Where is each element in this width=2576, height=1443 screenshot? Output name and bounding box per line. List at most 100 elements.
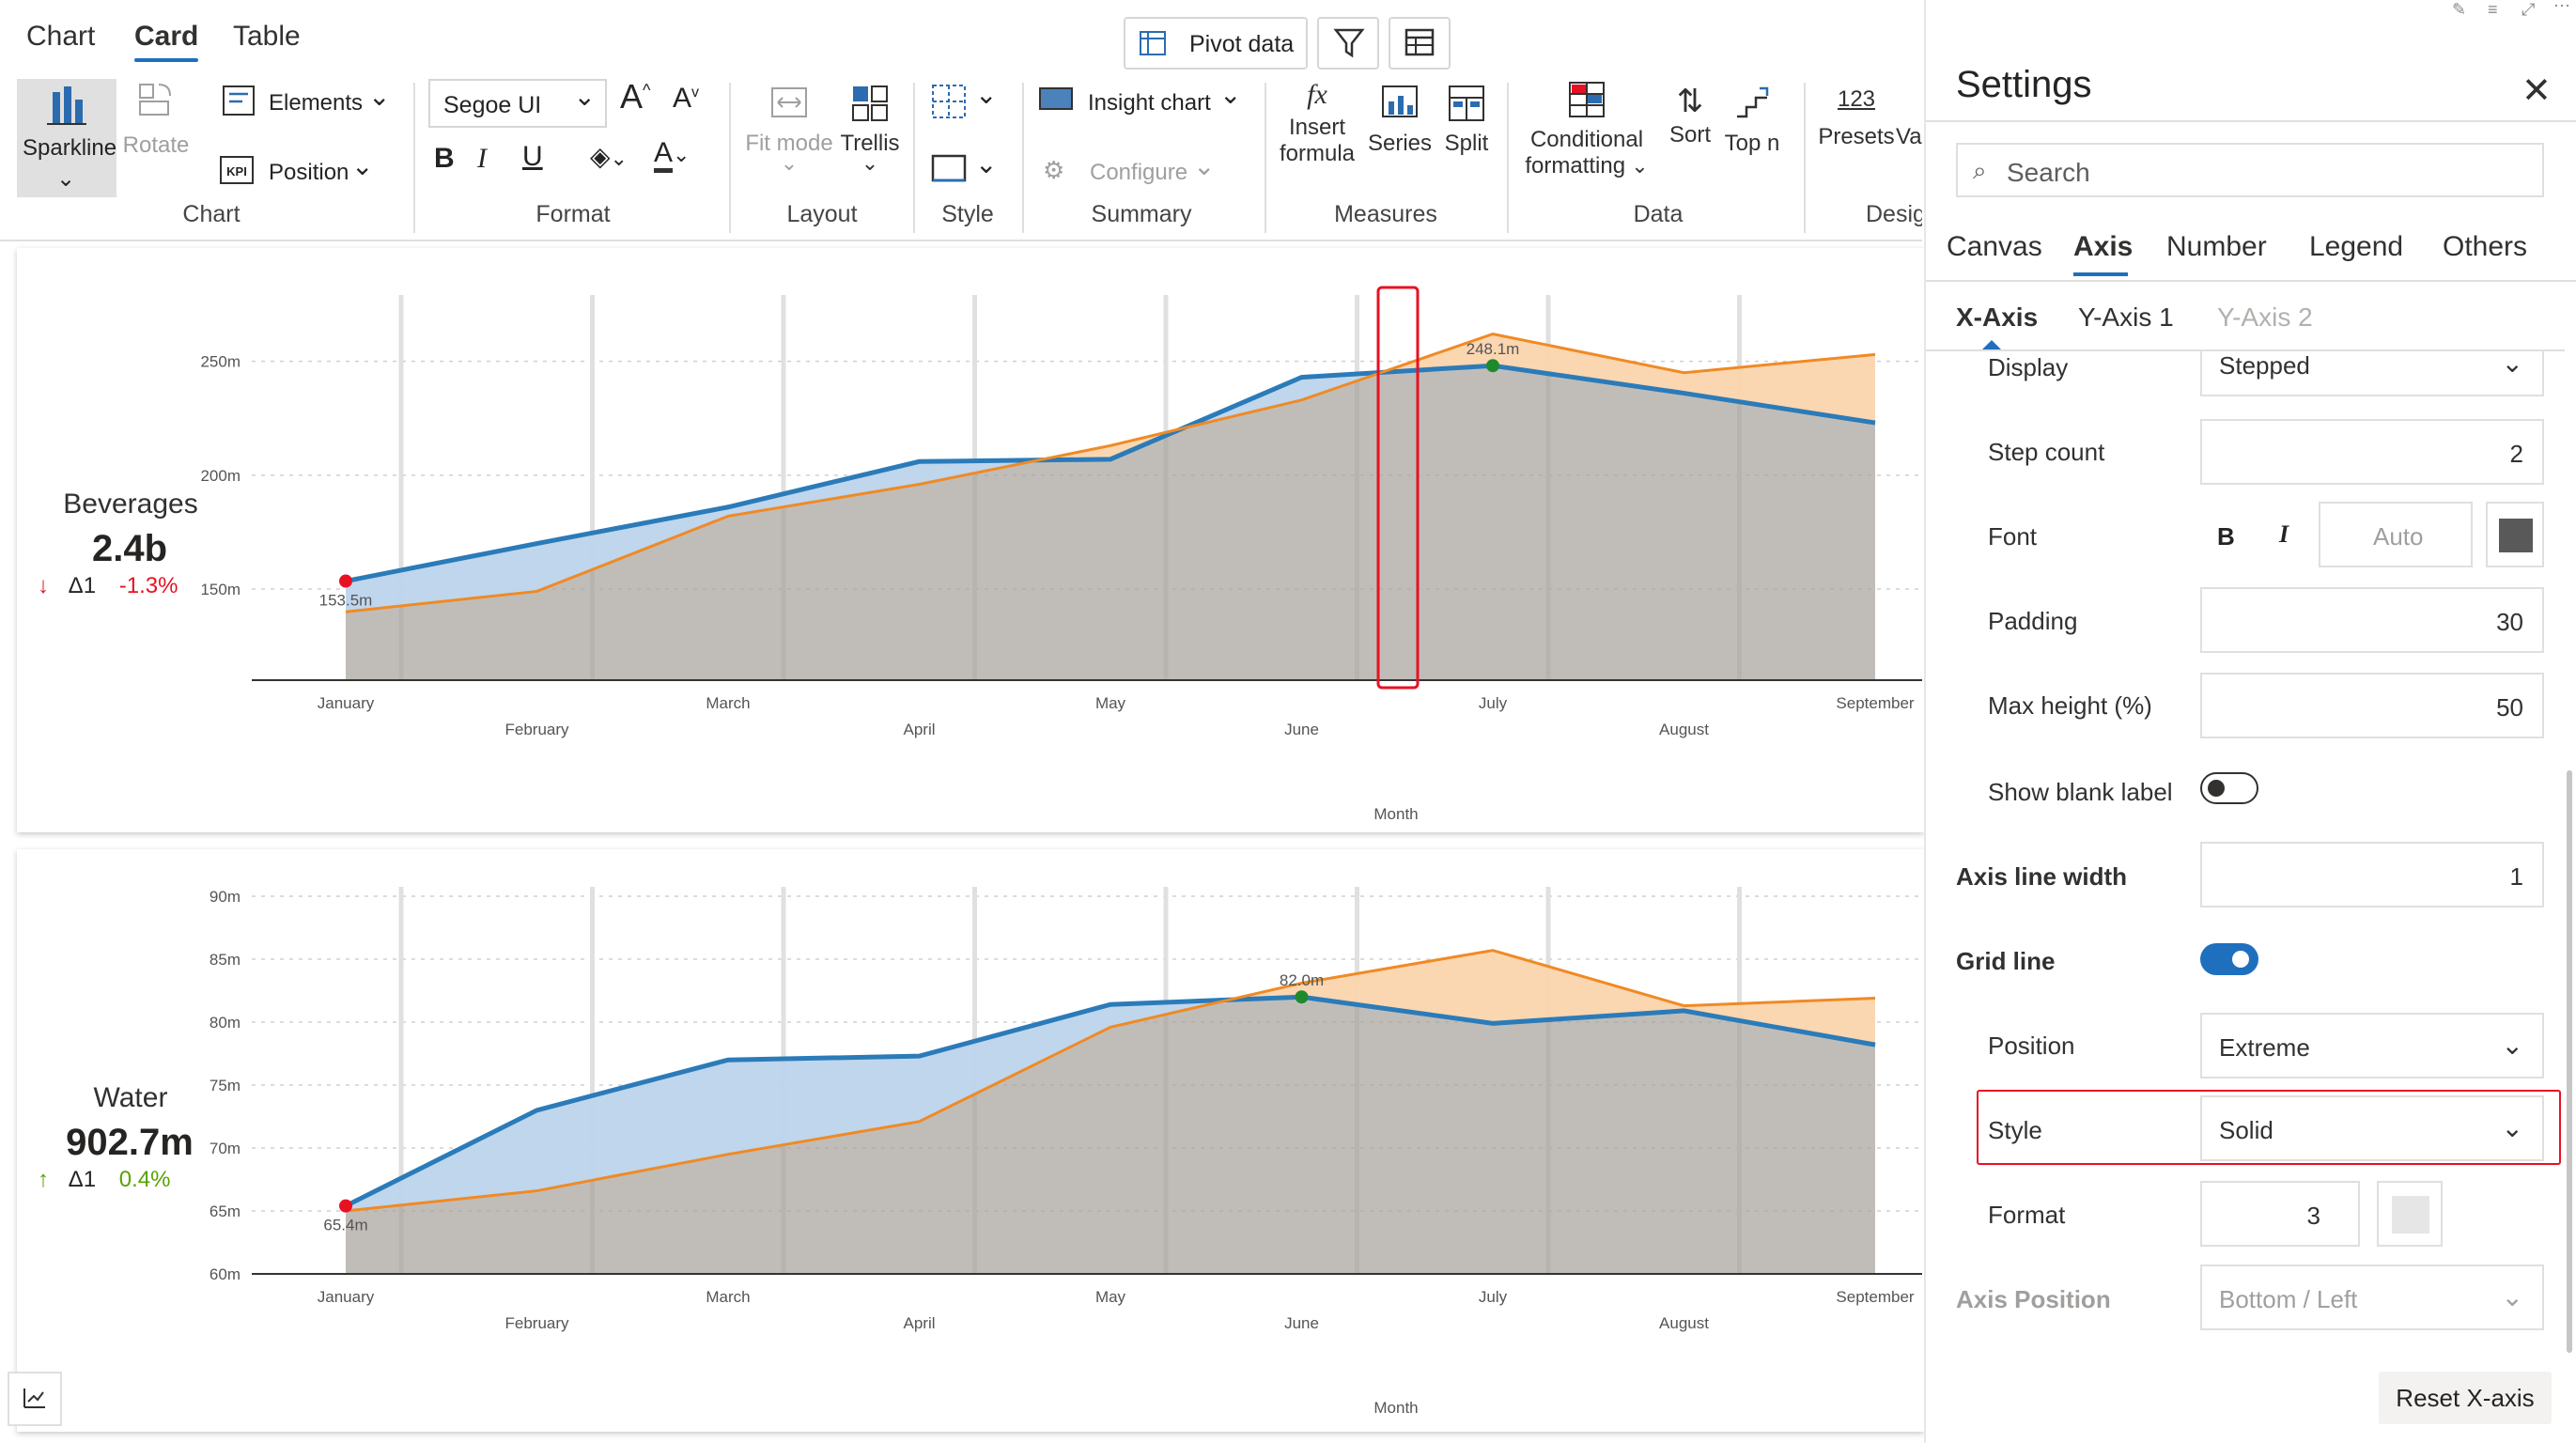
top-n-button[interactable]: Top n xyxy=(1719,83,1785,157)
font-color-icon: A xyxy=(654,137,674,173)
split-label: Split xyxy=(1444,131,1489,156)
display-value: Stepped xyxy=(2219,351,2310,380)
subtab-x-axis[interactable]: X-Axis xyxy=(1956,303,2038,333)
settings-tab-number[interactable]: Number xyxy=(2166,231,2267,263)
display-select[interactable]: Stepped ⌄ xyxy=(2200,351,2544,396)
split-button[interactable]: Split xyxy=(1434,83,1499,157)
configure-label: Configure xyxy=(1090,160,1188,185)
settings-title: Settings xyxy=(1956,64,2092,105)
max-height-input[interactable]: 50 xyxy=(2200,673,2544,738)
font-name-value: Segoe UI xyxy=(443,92,542,118)
settings-tab-axis[interactable]: Axis xyxy=(2073,231,2133,263)
font-italic-toggle[interactable]: I xyxy=(2279,520,2289,549)
sort-button[interactable]: ⇅ Sort xyxy=(1659,83,1721,148)
padding-input[interactable]: 30 xyxy=(2200,587,2544,653)
insert-formula-button[interactable]: fx Insert formula xyxy=(1272,79,1362,167)
ribbon-divider xyxy=(729,83,731,233)
table-settings-button[interactable] xyxy=(1389,17,1451,70)
border-dropdown[interactable]: ⌄ xyxy=(930,149,1001,195)
grid-style-select[interactable]: Solid ⌄ xyxy=(2200,1095,2544,1161)
chevron-down-icon: ⌄ xyxy=(1625,154,1649,178)
settings-tab-canvas[interactable]: Canvas xyxy=(1947,231,2042,263)
insight-chart-dropdown[interactable]: Insight chart ⌄ xyxy=(1037,80,1253,126)
presets-button[interactable]: 123 Presets xyxy=(1813,83,1900,150)
value-button[interactable]: Va xyxy=(1896,124,1922,150)
chart-plot-area: 250m 200m 150m 153.5m 248.1m January February M… xyxy=(200,295,1922,823)
y-tick-label: 60m xyxy=(209,1265,241,1283)
settings-tab-others[interactable]: Others xyxy=(2443,231,2527,263)
min-point-label: 153.5m xyxy=(319,592,373,610)
max-point-marker xyxy=(1295,990,1309,1004)
settings-search-input[interactable]: ⌕ Search xyxy=(1956,143,2544,197)
filter-icon xyxy=(1333,28,1365,58)
position-label: Position xyxy=(269,160,349,185)
fill-color-button[interactable]: ◈⌄ xyxy=(590,141,628,172)
grid-line-label: Grid line xyxy=(1956,947,2056,975)
settings-scrollbar[interactable] xyxy=(2567,770,2572,1353)
elements-dropdown[interactable]: Elements ⌄ xyxy=(216,82,395,128)
x-tick-label: January xyxy=(318,1288,375,1306)
grid-format-width-input[interactable]: 3 xyxy=(2200,1181,2360,1247)
decrease-font-button[interactable]: Av xyxy=(673,83,699,115)
bold-button[interactable]: B xyxy=(434,143,455,175)
expand-icon[interactable]: ⤢ xyxy=(2522,0,2535,20)
subtab-y-axis-2[interactable]: Y-Axis 2 xyxy=(2217,303,2313,333)
trellis-button[interactable]: Trellis ⌄ xyxy=(832,83,908,176)
group-label-format: Format xyxy=(535,201,611,227)
subtab-y-axis-1[interactable]: Y-Axis 1 xyxy=(2078,303,2174,333)
tab-card[interactable]: Card xyxy=(134,21,199,62)
search-icon: ⌕ xyxy=(1973,156,1987,184)
increase-font-button[interactable]: A^ xyxy=(620,77,650,116)
font-bold-toggle[interactable]: B xyxy=(2217,522,2235,551)
padding-value: 30 xyxy=(2496,608,2523,636)
conditional-formatting-button[interactable]: Conditional formatting ⌄ xyxy=(1516,79,1657,179)
pin-icon[interactable]: ✎ xyxy=(2452,0,2466,20)
max-point-label: 82.0m xyxy=(1280,971,1324,989)
grid-format-color-picker[interactable] xyxy=(2377,1181,2443,1247)
sparkline-button[interactable]: Sparkline ⌄ xyxy=(17,79,116,197)
axis-position-select[interactable]: Bottom / Left ⌄ xyxy=(2200,1265,2544,1330)
settings-tab-legend[interactable]: Legend xyxy=(2309,231,2403,263)
sparkline-label: Sparkline xyxy=(23,135,117,161)
reset-x-axis-button[interactable]: Reset X-axis xyxy=(2379,1372,2552,1424)
filter-small-icon[interactable]: ≡ xyxy=(2488,0,2498,20)
grid-line-toggle[interactable] xyxy=(2200,943,2258,975)
y-tick-label: 65m xyxy=(209,1202,241,1220)
tab-chart[interactable]: Chart xyxy=(26,21,95,53)
ribbon-divider xyxy=(1804,83,1806,233)
grid-style-label: Style xyxy=(1988,1116,2042,1144)
font-name-select[interactable]: Segoe UI ⌄ xyxy=(428,79,607,128)
chevron-down-icon: ⌄ xyxy=(573,82,596,111)
axis-line-width-input[interactable]: 1 xyxy=(2200,842,2544,908)
underline-button[interactable]: U xyxy=(522,141,543,173)
position-dropdown[interactable]: KPI Position ⌄ xyxy=(216,151,395,195)
search-placeholder: Search xyxy=(2007,158,2090,187)
more-icon[interactable]: ⋯ xyxy=(2553,0,2570,16)
grid-color-swatch xyxy=(2392,1196,2429,1234)
fit-mode-button[interactable]: Fit mode ⌄ xyxy=(742,83,836,176)
italic-button[interactable]: I xyxy=(477,143,487,175)
gridlines-dropdown[interactable]: ⌄ xyxy=(930,80,1001,126)
formula-icon: fx xyxy=(1307,79,1327,110)
filter-button[interactable] xyxy=(1317,17,1379,70)
font-size-input[interactable]: Auto xyxy=(2319,502,2473,567)
show-blank-toggle[interactable] xyxy=(2200,772,2258,804)
font-color-picker[interactable] xyxy=(2486,502,2544,567)
pivot-data-button[interactable]: Pivot data xyxy=(1124,17,1308,70)
top-n-label: Top n xyxy=(1724,131,1780,156)
rotate-button[interactable]: Rotate xyxy=(118,79,194,159)
tab-table[interactable]: Table xyxy=(233,21,301,53)
base-area xyxy=(346,365,1875,680)
close-icon[interactable]: ✕ xyxy=(2522,70,2552,112)
configure-dropdown[interactable]: ⚙ Configure ⌄ xyxy=(1043,151,1221,195)
axis-position-value: Bottom / Left xyxy=(2219,1285,2358,1313)
conditional-formatting-icon xyxy=(1569,82,1605,117)
step-count-input[interactable]: 2 xyxy=(2200,419,2544,485)
conditional-formatting-label-2: formatting ⌄ xyxy=(1525,153,1649,178)
series-button[interactable]: Series xyxy=(1364,83,1435,157)
grid-position-select[interactable]: Extreme ⌄ xyxy=(2200,1013,2544,1078)
chart-options-button[interactable] xyxy=(8,1372,62,1426)
chart-plot-area: 90m 85m 80m 75m 70m 65m 60m 65.4m 82.0m January Fe… xyxy=(209,887,1922,1417)
show-blank-label: Show blank label xyxy=(1988,778,2173,806)
font-color-button[interactable]: A⌄ xyxy=(654,137,690,173)
